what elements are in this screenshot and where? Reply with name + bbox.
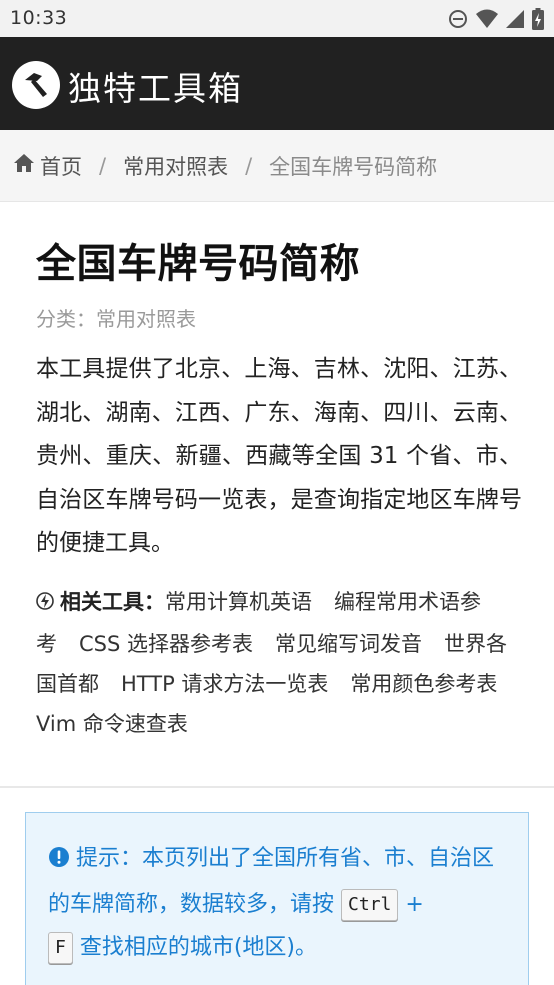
related-tools: 相关工具：常用计算机英语 编程常用术语参考 CSS 选择器参考表 常见缩写词发音 世界各… xyxy=(36,582,522,744)
wifi-icon xyxy=(476,9,498,29)
ctrl-key: Ctrl xyxy=(341,889,399,921)
section-divider xyxy=(0,786,554,788)
related-tool-link[interactable]: 常用计算机英语 xyxy=(165,590,312,614)
page-title: 全国车牌号码简称 xyxy=(36,241,360,287)
status-icons xyxy=(448,8,544,30)
breadcrumb-category[interactable]: 常用对照表 xyxy=(123,151,228,181)
plus-sign: + xyxy=(405,892,424,917)
main-content: 全国车牌号码简称 分类：常用对照表 本工具提供了北京、上海、吉林、沈阳、江苏、湖… xyxy=(36,236,522,744)
related-tool-link[interactable]: HTTP 请求方法一览表 xyxy=(121,672,328,696)
related-tool-link[interactable]: 常见缩写词发音 xyxy=(275,632,422,656)
breadcrumb: 首页 / 常用对照表 / 全国车牌号码简称 xyxy=(0,130,554,202)
breadcrumb-separator: / xyxy=(245,153,253,178)
breadcrumb-home[interactable]: 首页 xyxy=(13,151,82,181)
breadcrumb-current: 全国车牌号码简称 xyxy=(269,154,438,179)
tool-description: 本工具提供了北京、上海、吉林、沈阳、江苏、湖北、湖南、江西、广东、海南、四川、云… xyxy=(36,356,522,556)
tip-text: 提示：本页列出了全国所有省、市、自治区的车牌简称，数据较多，请按 xyxy=(48,846,495,917)
f-key: F xyxy=(48,932,73,964)
category-label: 分类：常用对照表 xyxy=(36,307,196,331)
related-tools-label: 相关工具： xyxy=(60,589,165,614)
related-tool-link[interactable]: Vim 命令速查表 xyxy=(36,712,188,736)
status-bar: 10:33 xyxy=(0,0,554,37)
breadcrumb-separator: / xyxy=(99,153,107,178)
related-tool-link[interactable]: CSS 选择器参考表 xyxy=(79,632,253,656)
breadcrumb-home-label: 首页 xyxy=(40,154,82,179)
related-tool-link[interactable]: 常用颜色参考表 xyxy=(350,672,497,696)
tip-box: 提示：本页列出了全国所有省、市、自治区的车牌简称，数据较多，请按 Ctrl + … xyxy=(25,812,529,985)
tip-text-end: 查找相应的城市(地区)。 xyxy=(79,935,318,960)
app-title[interactable]: 独特工具箱 xyxy=(68,62,243,110)
hammer-icon[interactable] xyxy=(12,61,60,109)
app-header: 独特工具箱 xyxy=(0,37,554,130)
signal-icon xyxy=(506,9,524,29)
do-not-disturb-icon xyxy=(448,9,468,29)
lightning-icon xyxy=(36,584,54,624)
status-time: 10:33 xyxy=(10,7,68,29)
exclamation-circle-icon xyxy=(48,840,70,883)
home-icon xyxy=(13,153,35,178)
battery-icon xyxy=(532,8,544,30)
